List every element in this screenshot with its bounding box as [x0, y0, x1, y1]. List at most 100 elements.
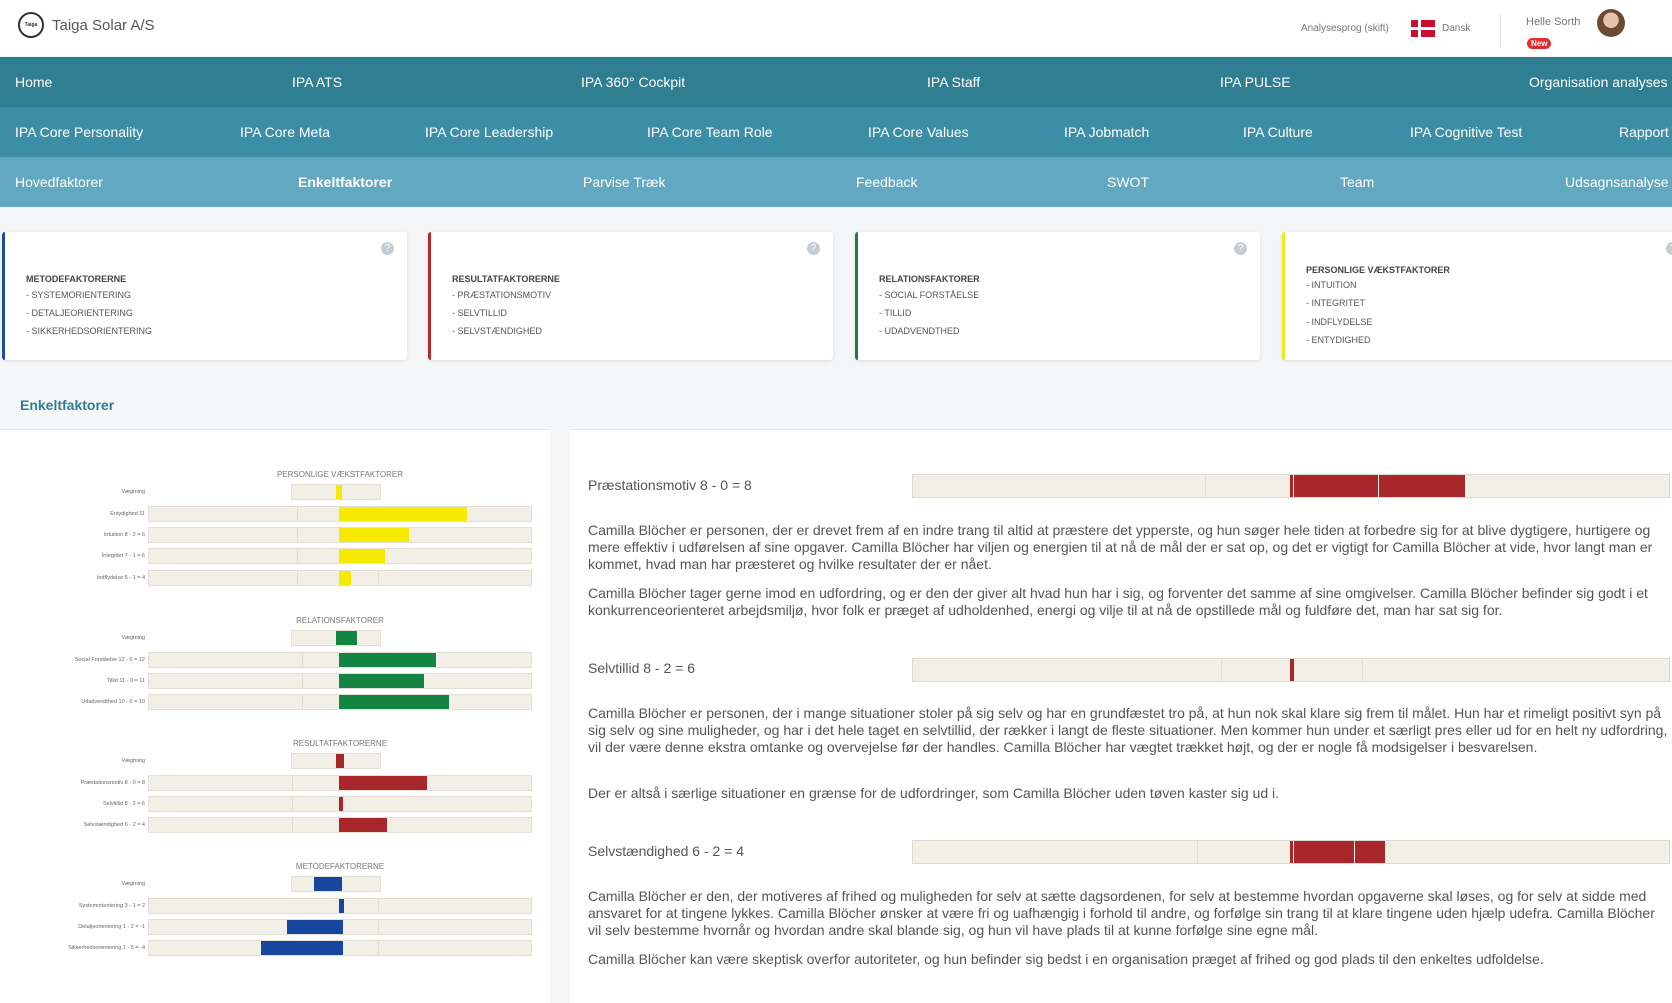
- nav-ipa-core-personality[interactable]: IPA Core Personality: [15, 107, 143, 157]
- factor-heading-praestationsmotiv: Præstationsmotiv 8 - 0 = 8: [588, 477, 752, 493]
- factor-description: Camilla Blöcher er personen, der i mange…: [588, 705, 1668, 755]
- weight-label: Vægtning: [121, 635, 145, 641]
- bar-tick: [378, 941, 379, 955]
- card-personlige-vaekstfaktorer: ? PERSONLIGE VÆKSTFAKTORER - INTUITION -…: [1282, 232, 1672, 360]
- bar-tick: [378, 920, 379, 934]
- factor-label: Sikkerhedsorientering 1 - 5 = -4: [68, 945, 145, 951]
- factor-label: Præstationsmotiv 8 - 0 = 8: [80, 780, 145, 786]
- factor-description: Camilla Blöcher er den, der motiveres af…: [588, 888, 1655, 938]
- nav-ipa-ats[interactable]: IPA ATS: [292, 57, 342, 107]
- factor-label: Indflydelse 5 - 1 = 4: [96, 575, 145, 581]
- factor-bar: [148, 548, 532, 564]
- group-title: RELATIONSFAKTORER: [296, 616, 384, 625]
- weight-bar-fill: [336, 485, 342, 499]
- bar-tick: [292, 776, 293, 790]
- nav-home[interactable]: Home: [15, 57, 52, 107]
- factor-bar-fill: [339, 549, 385, 563]
- nav-ipa-core-values[interactable]: IPA Core Values: [868, 107, 969, 157]
- factor-label: Social Forståelse 12 - 0 = 12: [74, 657, 145, 663]
- card-item: - SOCIAL FORSTÅELSE: [879, 290, 980, 300]
- bar-tick: [297, 507, 298, 521]
- factor-details-panel: Præstationsmotiv 8 - 0 = 8 Camilla Blöch…: [570, 383, 1672, 1003]
- factor-bar-fill: [339, 653, 436, 667]
- tab-hovedfaktorer[interactable]: Hovedfaktorer: [15, 157, 103, 207]
- card-item: - DETALJEORIENTERING: [26, 308, 133, 318]
- company-name: Taiga Solar A/S: [52, 17, 155, 34]
- factor-bar: [148, 919, 532, 935]
- bar-tick: [297, 528, 298, 542]
- bar-tick: [292, 797, 293, 811]
- factor-heading-selvtillid: Selvtillid 8 - 2 = 6: [588, 660, 695, 676]
- panel-title: Enkeltfaktorer: [20, 397, 115, 413]
- factor-scale-fill: [1290, 841, 1385, 863]
- tab-swot[interactable]: SWOT: [1107, 157, 1149, 207]
- nav-ipa-cognitive-test[interactable]: IPA Cognitive Test: [1410, 107, 1522, 157]
- card-item: - SYSTEMORIENTERING: [26, 290, 132, 300]
- factor-label: Tillid 11 - 0 = 11: [106, 678, 145, 684]
- factor-bar: [148, 694, 532, 710]
- factor-bar-fill: [339, 776, 427, 790]
- factor-bar-fill: [339, 571, 351, 585]
- nav-rapport[interactable]: Rapport: [1619, 107, 1669, 157]
- weight-bar: [291, 484, 381, 500]
- nav-ipa-culture[interactable]: IPA Culture: [1243, 107, 1313, 157]
- help-icon[interactable]: ?: [807, 242, 820, 255]
- nav-ipa-core-meta[interactable]: IPA Core Meta: [240, 107, 330, 157]
- factor-bar: [148, 652, 532, 668]
- tab-team[interactable]: Team: [1340, 157, 1374, 207]
- bar-tick: [302, 674, 303, 688]
- group-title: PERSONLIGE VÆKSTFAKTORER: [276, 470, 404, 479]
- factor-bar: [148, 570, 532, 586]
- nav-ipa-jobmatch[interactable]: IPA Jobmatch: [1064, 107, 1149, 157]
- factor-description: Camilla Blöcher er personen, der er drev…: [588, 522, 1653, 572]
- weight-bar: [291, 876, 381, 892]
- factor-heading-selvstaendighed: Selvstændighed 6 - 2 = 4: [588, 843, 745, 859]
- weight-label: Vægtning: [121, 489, 145, 495]
- factor-description: Camilla Blöcher kan være skeptisk overfo…: [588, 951, 1544, 967]
- bar-tick: [1197, 841, 1198, 863]
- danish-flag-icon[interactable]: [1411, 20, 1435, 37]
- card-item: - TILLID: [879, 308, 912, 318]
- language-value[interactable]: Dansk: [1442, 23, 1470, 34]
- weight-bar-fill: [336, 631, 357, 645]
- user-name[interactable]: Helle Sorth: [1526, 16, 1580, 28]
- factor-scale-bar: [912, 840, 1670, 864]
- weight-bar-fill: [336, 754, 344, 768]
- nav-ipa-core-team-role[interactable]: IPA Core Team Role: [647, 107, 773, 157]
- nav-ipa-pulse[interactable]: IPA PULSE: [1220, 57, 1291, 107]
- nav-ipa-360-cockpit[interactable]: IPA 360° Cockpit: [581, 57, 685, 107]
- card-item: - UDADVENDTHED: [879, 326, 960, 336]
- factor-scale-bar: [912, 658, 1670, 682]
- enkeltfaktorer-panel: Enkeltfaktorer PERSONLIGE VÆKSTFAKTORER …: [0, 383, 550, 1003]
- weight-bar: [291, 753, 381, 769]
- nav-organisation-analyses[interactable]: Organisation analyses: [1529, 57, 1668, 107]
- help-icon[interactable]: ?: [1666, 242, 1672, 255]
- factor-bar-fill: [261, 941, 343, 955]
- nav-ipa-core-leadership[interactable]: IPA Core Leadership: [425, 107, 553, 157]
- factor-bar: [148, 817, 532, 833]
- bar-tick: [297, 571, 298, 585]
- weight-label: Vægtning: [121, 881, 145, 887]
- tab-udsagnsanalyse[interactable]: Udsagnsanalyse: [1565, 157, 1669, 207]
- card-title: METODEFAKTORERNE: [26, 274, 127, 284]
- bar-tick: [1293, 841, 1294, 863]
- weight-bar: [291, 630, 381, 646]
- avatar[interactable]: [1597, 9, 1625, 37]
- factor-bar-fill: [339, 695, 449, 709]
- factor-bar: [148, 940, 532, 956]
- language-switch-label[interactable]: Analysesprog (skift): [1301, 23, 1389, 34]
- help-icon[interactable]: ?: [381, 242, 394, 255]
- factor-bar: [148, 673, 532, 689]
- help-icon[interactable]: ?: [1234, 242, 1247, 255]
- company-logo-icon[interactable]: Taiga: [18, 12, 44, 38]
- card-item: - PRÆSTATIONSMOTIV: [452, 290, 552, 300]
- secondary-nav: IPA Core Personality IPA Core Meta IPA C…: [0, 107, 1672, 157]
- factor-bar: [148, 527, 532, 543]
- factor-description: Der er altså i særlige situationer en gr…: [588, 785, 1279, 801]
- tab-enkeltfaktorer[interactable]: Enkeltfaktorer: [298, 157, 392, 207]
- tab-feedback[interactable]: Feedback: [856, 157, 917, 207]
- nav-ipa-staff[interactable]: IPA Staff: [927, 57, 980, 107]
- tab-parvise-traek[interactable]: Parvise Træk: [583, 157, 665, 207]
- bar-tick: [1205, 475, 1206, 497]
- header-divider: [1500, 14, 1501, 48]
